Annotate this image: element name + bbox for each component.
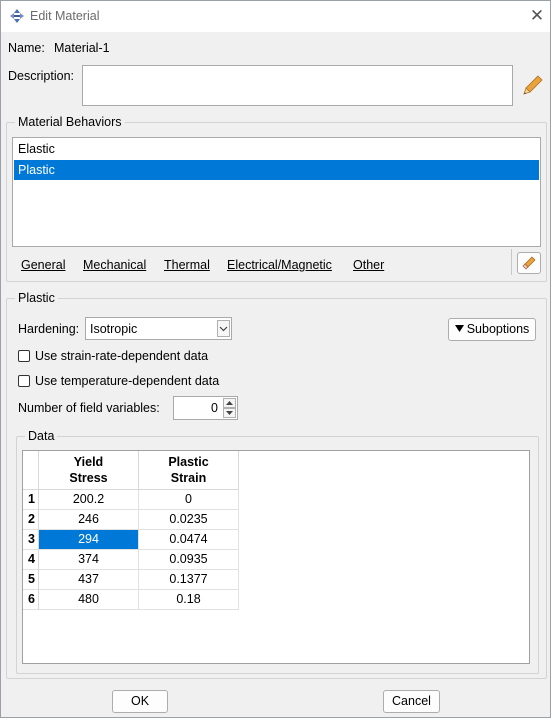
name-label: Name: <box>8 41 45 55</box>
table-corner <box>23 451 39 490</box>
menu-other[interactable]: Other <box>353 258 384 272</box>
cell-plastic-strain-2[interactable]: 0.0235 <box>139 510 239 530</box>
chevron-down-icon <box>219 326 228 332</box>
cell-plastic-strain-5[interactable]: 0.1377 <box>139 570 239 590</box>
temperature-label[interactable]: Use temperature-dependent data <box>35 374 219 388</box>
close-icon[interactable]: ✕ <box>526 5 548 27</box>
hardening-select[interactable]: Isotropic <box>85 317 232 340</box>
cell-plastic-strain-4[interactable]: 0.0935 <box>139 550 239 570</box>
menu-general[interactable]: General <box>21 258 65 272</box>
suboptions-button[interactable]: Suboptions <box>448 318 536 341</box>
edit-behavior-button[interactable] <box>517 252 541 274</box>
cell-yield-stress-2[interactable]: 246 <box>39 510 139 530</box>
cell-plastic-strain-3[interactable]: 0.0474 <box>139 530 239 550</box>
cell-yield-stress-5[interactable]: 437 <box>39 570 139 590</box>
ok-button[interactable]: OK <box>112 690 168 713</box>
eraser-icon <box>522 256 536 270</box>
row-header-5[interactable]: 5 <box>23 570 39 590</box>
triangle-down-icon <box>454 325 464 332</box>
cell-yield-stress-1[interactable]: 200.2 <box>39 490 139 510</box>
field-variables-spinner[interactable]: 0 <box>173 396 238 420</box>
spin-up-icon <box>226 401 233 405</box>
column-header-plastic-strain[interactable]: Plastic Strain <box>139 451 239 490</box>
suboptions-label: Suboptions <box>466 322 530 336</box>
menu-mechanical[interactable]: Mechanical <box>83 258 146 272</box>
title-bar: Edit Material ✕ <box>1 1 550 32</box>
cell-yield-stress-3[interactable]: 294 <box>39 530 139 550</box>
temperature-checkbox[interactable] <box>18 375 30 387</box>
field-variables-value: 0 <box>211 401 218 415</box>
row-header-3[interactable]: 3 <box>23 530 39 550</box>
row-header-4[interactable]: 4 <box>23 550 39 570</box>
spin-down-button[interactable] <box>223 408 236 418</box>
plastic-title: Plastic <box>15 291 58 305</box>
hardening-label: Hardening: <box>18 322 80 336</box>
spin-down-icon <box>226 411 233 415</box>
list-item-elastic[interactable]: Elastic <box>14 139 539 159</box>
menu-electrical-magnetic[interactable]: Electrical/Magnetic <box>227 258 332 272</box>
window-title: Edit Material <box>30 9 100 23</box>
row-header-2[interactable]: 2 <box>23 510 39 530</box>
description-label: Description: <box>8 69 74 83</box>
strain-rate-label[interactable]: Use strain-rate-dependent data <box>35 349 208 363</box>
column-header-plastic-line1: Plastic <box>168 455 209 469</box>
data-title: Data <box>25 429 58 443</box>
strain-rate-checkbox[interactable] <box>18 350 30 362</box>
app-icon <box>10 9 24 23</box>
material-behaviors-title: Material Behaviors <box>15 115 125 129</box>
column-header-yield-stress[interactable]: Yield Stress <box>39 451 139 490</box>
edit-material-dialog: Edit Material ✕ Name: Material-1 Descrip… <box>0 0 551 718</box>
data-table[interactable]: Yield Stress Plastic Strain 1 200.2 0 2 … <box>22 450 530 664</box>
column-header-plastic-line2: Strain <box>170 471 207 485</box>
column-header-yield-line2: Stress <box>69 471 108 485</box>
description-field[interactable] <box>82 65 513 106</box>
name-value: Material-1 <box>54 41 110 55</box>
column-header-yield-line1: Yield <box>73 455 104 469</box>
menu-divider <box>511 249 512 275</box>
hardening-dropdown-button[interactable] <box>217 320 230 337</box>
spin-up-button[interactable] <box>223 398 236 408</box>
list-item-plastic[interactable]: Plastic <box>14 160 539 180</box>
hardening-value: Isotropic <box>90 322 138 336</box>
cell-yield-stress-4[interactable]: 374 <box>39 550 139 570</box>
row-header-1[interactable]: 1 <box>23 490 39 510</box>
cell-yield-stress-6[interactable]: 480 <box>39 590 139 610</box>
field-variables-label: Number of field variables: <box>18 401 160 415</box>
cell-plastic-strain-1[interactable]: 0 <box>139 490 239 510</box>
cancel-button[interactable]: Cancel <box>383 690 440 713</box>
pencil-icon[interactable] <box>521 74 543 98</box>
behaviors-list[interactable]: Elastic Plastic <box>12 137 541 247</box>
row-header-6[interactable]: 6 <box>23 590 39 610</box>
cell-plastic-strain-6[interactable]: 0.18 <box>139 590 239 610</box>
menu-thermal[interactable]: Thermal <box>164 258 210 272</box>
